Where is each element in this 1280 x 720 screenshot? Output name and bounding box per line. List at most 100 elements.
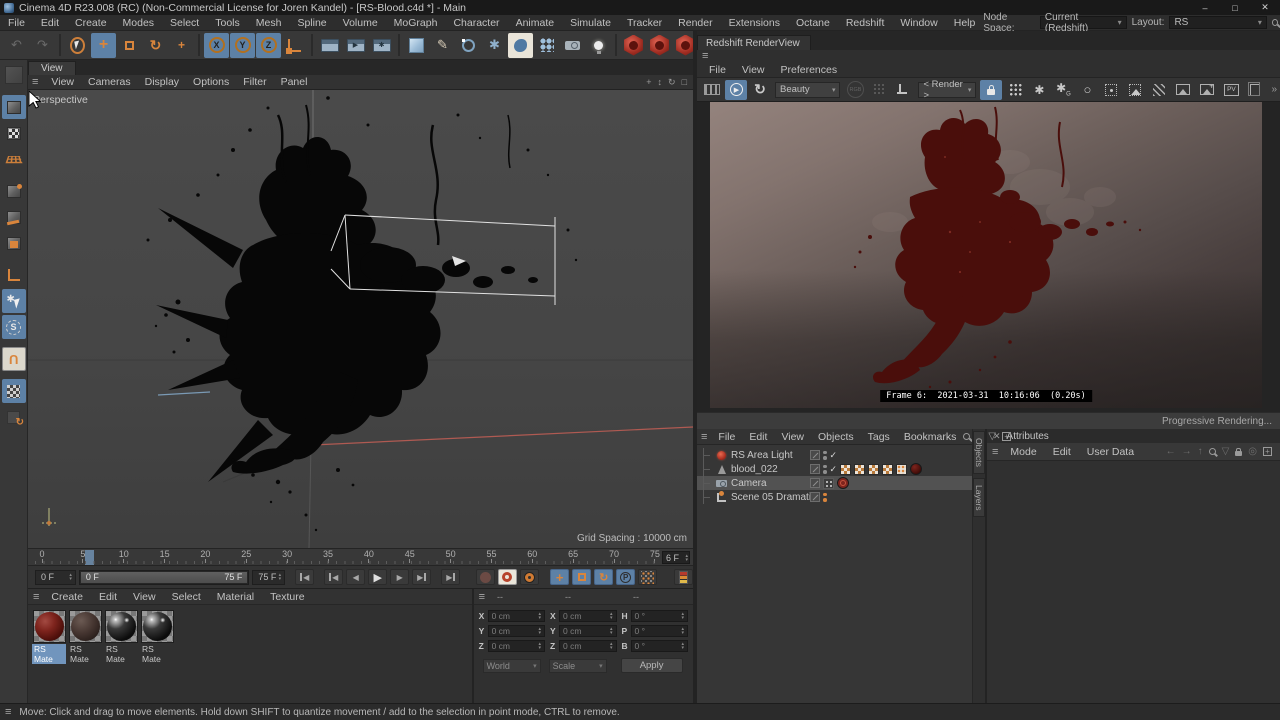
material-menu-item[interactable]: Select	[164, 591, 209, 603]
key-scale-toggle[interactable]	[572, 569, 591, 585]
coordinate-mode-select[interactable]: Scale ▾	[549, 659, 607, 673]
rotate-tool[interactable]: ↻	[143, 33, 168, 58]
rotation-field[interactable]: 0 °▴▾	[631, 610, 688, 622]
object-manager-menu-item[interactable]: Bookmarks	[897, 431, 964, 443]
material-tag[interactable]	[910, 463, 922, 475]
position-field[interactable]: 0 cm▴▾	[488, 625, 545, 637]
toolbar-overflow-button[interactable]: »	[1268, 84, 1280, 95]
object-row-blood[interactable]: blood_022 ✓	[697, 462, 985, 476]
renderview-menu-item[interactable]: Preferences	[773, 64, 846, 76]
menubar-item[interactable]: Tracker	[619, 15, 670, 31]
timeline-range-slider[interactable]: 0 F 75 F	[79, 570, 250, 585]
lock-icon[interactable]	[1235, 451, 1242, 456]
filter-icon[interactable]: ▽	[988, 431, 996, 442]
menubar-item[interactable]: Spline	[289, 15, 334, 31]
menubar-item[interactable]: Create	[67, 15, 115, 31]
hamburger-icon[interactable]: ≡	[701, 431, 707, 443]
attributes-menu-item[interactable]: Edit	[1045, 446, 1079, 458]
menubar-item[interactable]: File	[0, 15, 33, 31]
timeline-ruler[interactable]: 0 5 10 15 20 25 30	[28, 548, 693, 566]
up-icon[interactable]: ↑	[1198, 446, 1203, 457]
layer-toggle-icon[interactable]	[810, 478, 820, 488]
add-icon[interactable]: +	[1002, 432, 1011, 441]
last-tool[interactable]: +	[169, 33, 194, 58]
visibility-dots-icon[interactable]	[823, 451, 827, 460]
workplane-mode-button[interactable]	[2, 147, 26, 171]
freeze-button[interactable]: ✱	[1028, 80, 1050, 100]
texture-tag[interactable]	[840, 464, 851, 475]
lock-z-axis-button[interactable]: Z	[256, 33, 281, 58]
render-settings-button[interactable]: ✱	[369, 33, 394, 58]
object-manager-menu-item[interactable]: Tags	[861, 431, 897, 443]
viewport-zoom-icon[interactable]: ↕	[658, 77, 663, 88]
material-thumbnail[interactable]	[33, 610, 66, 643]
forward-icon[interactable]: →	[1182, 446, 1192, 457]
material-label[interactable]: RS Mate	[104, 644, 138, 664]
viewport-menu-item[interactable]: Options	[186, 76, 236, 88]
edges-mode-button[interactable]	[2, 205, 26, 229]
material-menu-item[interactable]: Texture	[262, 591, 312, 603]
copy-to-clipboard-button[interactable]	[1244, 80, 1266, 100]
add-icon[interactable]: +	[1263, 447, 1272, 456]
display-mode-button[interactable]: RGB	[844, 80, 866, 100]
add-snapshot-button[interactable]: +	[1196, 80, 1218, 100]
key-rotation-toggle[interactable]: ↻	[594, 569, 613, 585]
material-item[interactable]: RS Mate	[68, 610, 102, 664]
sample-filter-button[interactable]: ○	[1076, 80, 1098, 100]
tree-branch[interactable]	[703, 476, 715, 490]
visibility-dots-icon[interactable]	[823, 465, 827, 474]
viewport-rotate-icon[interactable]: ↻	[668, 77, 676, 88]
undo-button[interactable]: ↶	[4, 33, 29, 58]
scale-tool[interactable]	[117, 33, 142, 58]
object-row-scene[interactable]: Scene 05 Dramatic	[697, 490, 985, 504]
material-menu-item[interactable]: View	[125, 591, 164, 603]
renderview-menu-item[interactable]: View	[734, 64, 773, 76]
goto-end-button[interactable]: ▶	[441, 569, 460, 585]
goto-start-button[interactable]: ◀	[295, 569, 314, 585]
object-manager-menu-item[interactable]: File	[711, 431, 742, 443]
menubar-item[interactable]: MoGraph	[386, 15, 446, 31]
current-frame-field[interactable]: 6 F ▴▾	[662, 551, 690, 564]
key-parameter-toggle[interactable]: P	[616, 569, 635, 585]
menubar-item[interactable]: Help	[946, 15, 984, 31]
viewport-menu-item[interactable]: Display	[138, 76, 186, 88]
tree-branch[interactable]	[703, 448, 715, 462]
viewport-menu-item[interactable]: Filter	[236, 76, 273, 88]
magnet-tool-button[interactable]: U	[2, 347, 26, 371]
attributes-menu-item[interactable]: User Data	[1079, 446, 1142, 458]
search-icon[interactable]	[1209, 448, 1216, 455]
layer-toggle-icon[interactable]	[810, 464, 820, 474]
hamburger-icon[interactable]: ≡	[992, 446, 998, 458]
tab-view[interactable]: View	[28, 61, 76, 75]
keyframe-settings-button[interactable]	[520, 569, 539, 585]
freeze-geometry-button[interactable]: ✱G	[1052, 80, 1074, 100]
search-icon[interactable]	[1272, 19, 1278, 26]
viewport-menu-item[interactable]: Panel	[274, 76, 315, 88]
object-manager-menu-item[interactable]: Edit	[742, 431, 774, 443]
size-field[interactable]: 0 cm▴▾	[559, 640, 616, 652]
hamburger-icon[interactable]: ≡	[32, 76, 38, 88]
subdivision-surface-button[interactable]: ✱	[482, 33, 507, 58]
region-picker-button[interactable]	[1124, 80, 1146, 100]
enable-axis-button[interactable]	[2, 263, 26, 287]
coordinates-dropdown[interactable]: --	[565, 592, 625, 602]
texture-tag[interactable]	[882, 464, 893, 475]
pen-tool-button[interactable]: ✎	[430, 33, 455, 58]
node-space-select[interactable]: Current (Redshift) ▾	[1040, 16, 1127, 29]
material-label[interactable]: RS Mate	[140, 644, 174, 664]
object-manager-menu-item[interactable]: Objects	[811, 431, 861, 443]
lock-y-axis-button[interactable]: Y	[230, 33, 255, 58]
aov-select[interactable]: Beauty ▾	[775, 82, 840, 98]
array-button[interactable]	[534, 33, 559, 58]
enabled-check-icon[interactable]: ✓	[830, 450, 838, 461]
lock-x-axis-button[interactable]: X	[204, 33, 229, 58]
menubar-item[interactable]: Redshift	[838, 15, 893, 31]
layer-toggle-icon[interactable]	[810, 492, 820, 502]
tab-redshift-renderview[interactable]: Redshift RenderView	[697, 35, 811, 50]
send-to-picture-viewer-button[interactable]: PV	[1220, 80, 1242, 100]
size-field[interactable]: 0 cm▴▾	[559, 625, 616, 637]
points-mode-button[interactable]	[2, 179, 26, 203]
render-view-button[interactable]	[317, 33, 342, 58]
keyframe-selection-button[interactable]	[674, 569, 693, 585]
menubar-item[interactable]: Modes	[115, 15, 163, 31]
